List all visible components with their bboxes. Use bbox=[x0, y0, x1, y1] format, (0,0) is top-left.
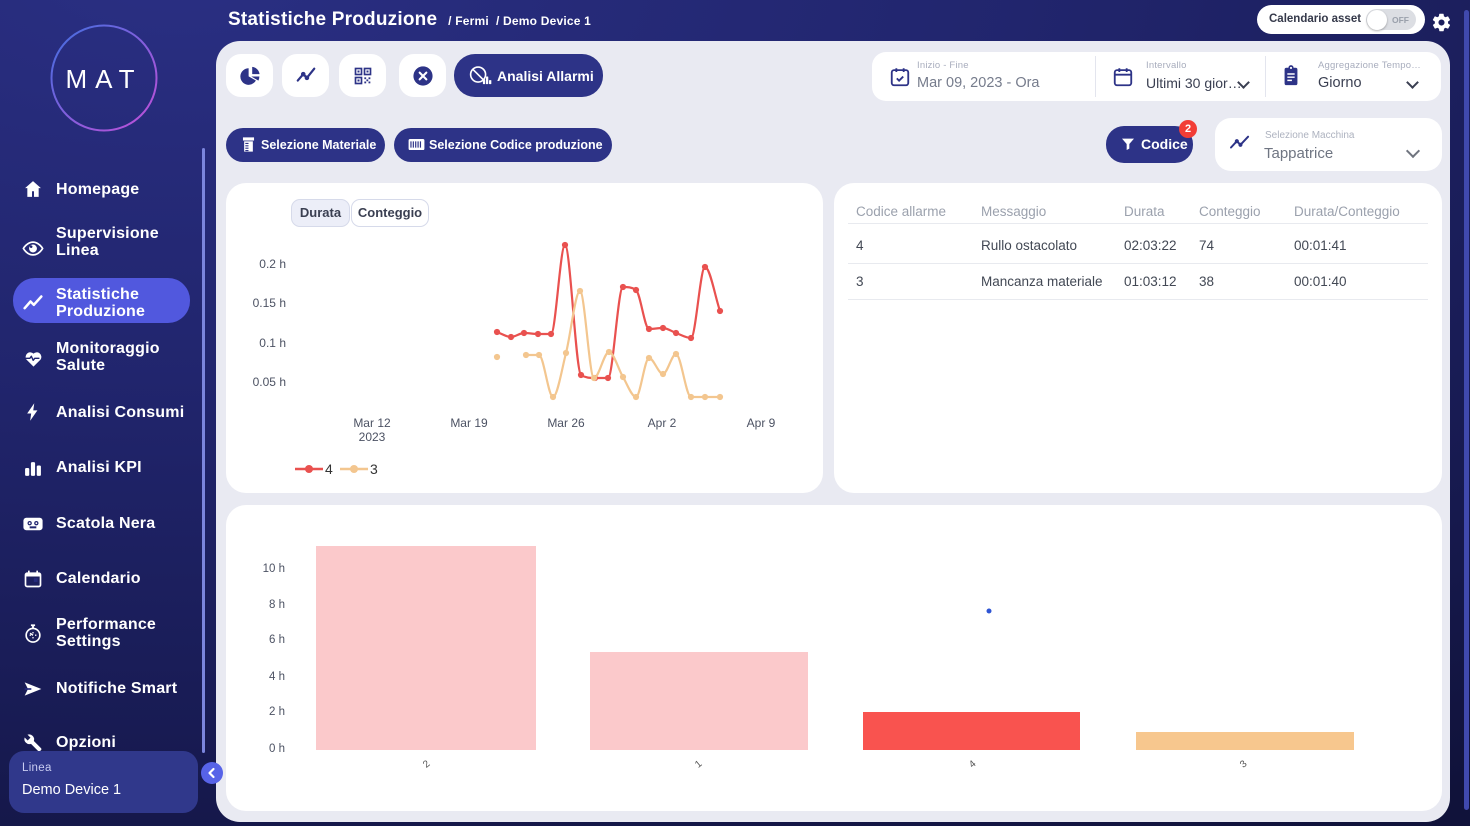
svg-text:3: 3 bbox=[370, 461, 378, 477]
svg-text:4: 4 bbox=[325, 461, 333, 477]
svg-text:MAT: MAT bbox=[66, 64, 143, 94]
